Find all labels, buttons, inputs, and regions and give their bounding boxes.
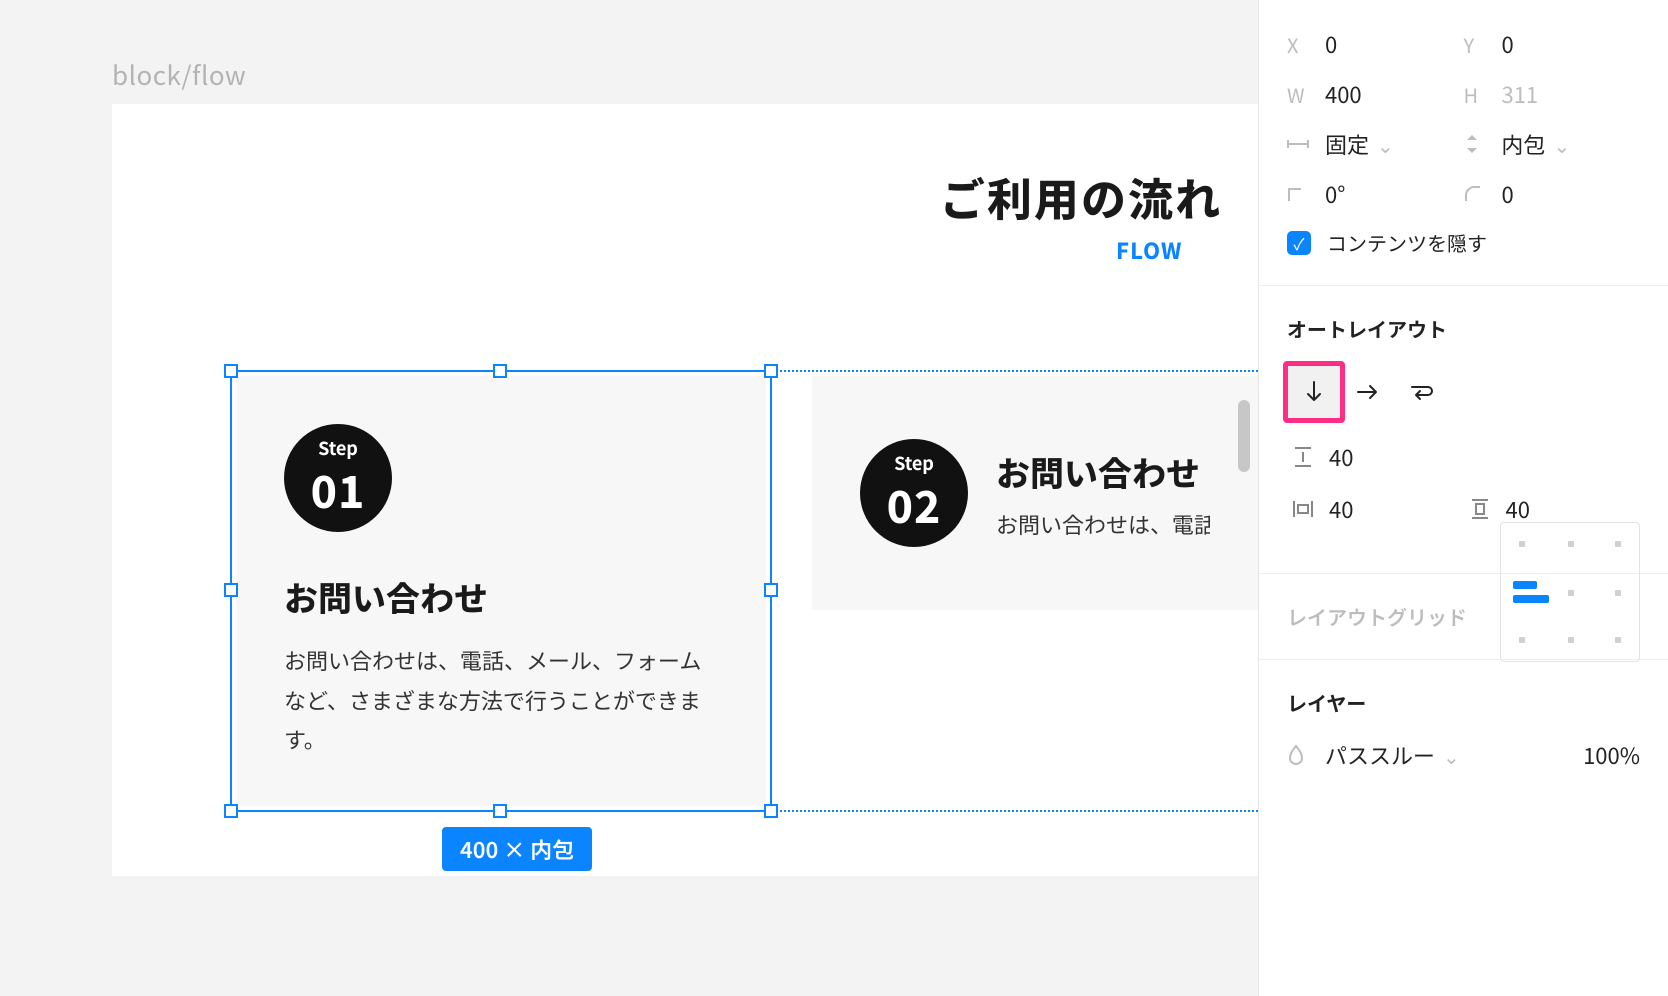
chevron-down-icon: ⌄ — [1377, 130, 1394, 159]
artboard[interactable]: ご利用の流れ FLOW Step 01 お問い合わせ お問い合わせは、電話、メー… — [112, 104, 1258, 876]
gap-input[interactable]: 40 — [1329, 441, 1353, 473]
card-step-01[interactable]: Step 01 お問い合わせ お問い合わせは、電話、メール、フォームなど、さまざ… — [236, 376, 766, 806]
w-label: W — [1287, 80, 1319, 109]
artboard-title: ご利用の流れ — [940, 164, 1222, 229]
card-description: お問い合わせは、電話、メール、フォームなど、さまざまな方法で行うことができます。 — [284, 641, 718, 760]
section-layer: レイヤー パススルー ⌄ 100% — [1259, 660, 1668, 799]
height-mode-icon — [1464, 134, 1496, 154]
selection-size-badge: 400 × 内包 — [442, 827, 592, 871]
padding-vertical-input[interactable]: 40 — [1506, 493, 1530, 525]
card-title: お問い合わせ — [284, 572, 718, 621]
y-label: Y — [1464, 30, 1496, 59]
resize-handle-tr[interactable] — [764, 364, 778, 378]
h-label: H — [1464, 80, 1496, 109]
card-description: お問い合わせは、電話 — [996, 508, 1210, 540]
arrow-wrap-icon — [1409, 382, 1435, 402]
direction-wrap-button[interactable] — [1395, 365, 1449, 419]
layer-title: レイヤー — [1287, 688, 1640, 717]
clip-content-checkbox[interactable]: ✓ — [1287, 231, 1311, 255]
step-number: 02 — [887, 472, 942, 536]
gap-vertical-icon — [1287, 446, 1319, 468]
padding-horizontal-input[interactable]: 40 — [1329, 493, 1353, 525]
scrollbar-thumb[interactable] — [1238, 400, 1250, 472]
width-mode-select[interactable]: 固定 — [1325, 128, 1369, 160]
arrow-right-icon — [1356, 382, 1380, 402]
clip-content-label: コンテンツを隠す — [1327, 228, 1487, 257]
w-input[interactable]: 400 — [1325, 78, 1362, 110]
rotation-icon — [1287, 185, 1319, 203]
chevron-down-icon: ⌄ — [1554, 130, 1571, 159]
blend-mode-icon — [1287, 744, 1319, 766]
auto-layout-title: オートレイアウト — [1287, 314, 1640, 343]
rotation-input[interactable]: 0° — [1325, 178, 1345, 210]
opacity-input[interactable]: 100% — [1583, 739, 1640, 771]
resize-handle-bm[interactable] — [493, 804, 507, 818]
breadcrumb: block/flow — [112, 56, 246, 93]
alignment-grid[interactable] — [1500, 522, 1640, 662]
direction-horizontal-button[interactable] — [1341, 365, 1395, 419]
arrow-down-icon — [1304, 380, 1324, 404]
resize-handle-br[interactable] — [764, 804, 778, 818]
step-number: 01 — [311, 457, 366, 521]
step-badge-01: Step 01 — [284, 424, 392, 532]
x-label: X — [1287, 30, 1319, 59]
resize-handle-mr[interactable] — [764, 583, 778, 597]
blend-mode-select[interactable]: パススルー — [1325, 739, 1435, 771]
y-input[interactable]: 0 — [1502, 28, 1514, 60]
width-mode-icon — [1287, 137, 1319, 151]
direction-vertical-button[interactable] — [1287, 365, 1341, 419]
card-title: お問い合わせ — [996, 447, 1210, 496]
corner-radius-icon — [1464, 185, 1496, 203]
canvas-area[interactable]: block/flow ご利用の流れ FLOW Step 01 お問い合わせ お問… — [0, 0, 1258, 996]
resize-handle-bl[interactable] — [224, 804, 238, 818]
x-input[interactable]: 0 — [1325, 28, 1337, 60]
h-input[interactable]: 311 — [1502, 78, 1539, 110]
height-mode-select[interactable]: 内包 — [1502, 128, 1546, 160]
inspector-panel: X 0 Y 0 W 400 H 311 固定 — [1258, 0, 1668, 996]
padding-horizontal-icon — [1287, 499, 1319, 519]
radius-input[interactable]: 0 — [1502, 178, 1514, 210]
section-transform: X 0 Y 0 W 400 H 311 固定 — [1259, 0, 1668, 286]
card-step-02[interactable]: Step 02 お問い合わせ お問い合わせは、電話 — [812, 376, 1258, 610]
step-badge-02: Step 02 — [860, 439, 968, 547]
artboard-subtitle: FLOW — [1116, 234, 1182, 266]
chevron-down-icon: ⌄ — [1443, 741, 1460, 770]
padding-vertical-icon — [1464, 498, 1496, 520]
